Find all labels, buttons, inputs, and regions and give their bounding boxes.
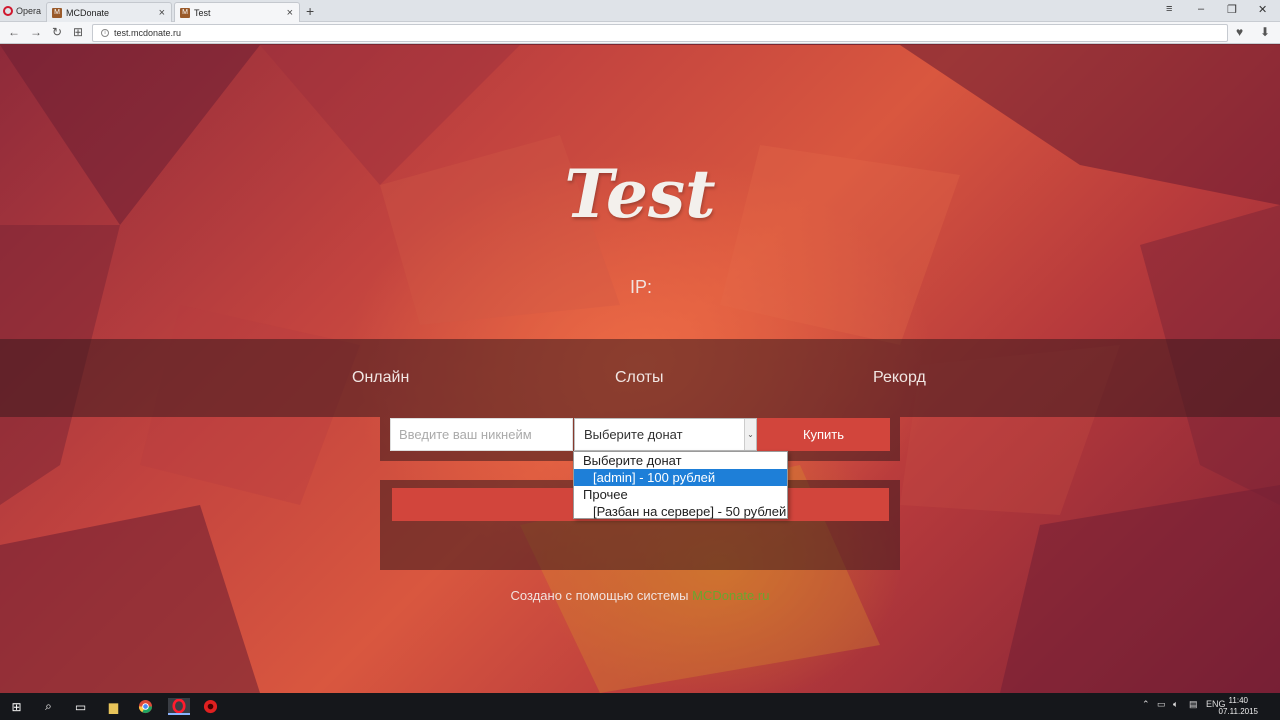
speed-dial-icon[interactable]: ⊞ (73, 25, 83, 39)
opera-taskbar-icon[interactable] (168, 698, 190, 715)
donate-select-value: Выберите донат (584, 427, 683, 442)
dropdown-option[interactable]: Выберите донат (574, 452, 787, 469)
tab-label: Test (194, 7, 211, 18)
search-icon[interactable]: ⌕ (40, 698, 57, 715)
opera-logo-icon (3, 6, 13, 16)
windows-taskbar: ⊞ ⌕ ▭ ▆ ⌃ ▭ 🔈︎ ▤ ENG 11:40 07.11.2015 (0, 693, 1280, 720)
donate-select[interactable]: Выберите донат ⌄ (574, 418, 757, 451)
minimize-icon[interactable]: – (1198, 3, 1204, 15)
new-tab-button[interactable]: + (306, 3, 314, 19)
tab-close-icon[interactable]: × (287, 7, 293, 19)
buy-button[interactable]: Купить (757, 418, 890, 451)
footer-credit: Создано с помощью системы MCDonate.ru (0, 588, 1280, 603)
download-icon[interactable]: ⬇ (1260, 25, 1270, 39)
tab-menu-icon[interactable]: ≡ (1166, 3, 1172, 15)
opera-menu-button[interactable]: Opera (0, 0, 44, 22)
network-icon[interactable]: ▭ (1157, 699, 1166, 710)
site-info-icon[interactable]: i (101, 29, 109, 37)
stat-online: Онлайн (352, 369, 410, 386)
clock-time: 11:40 (1228, 696, 1248, 705)
forward-icon[interactable]: → (30, 25, 42, 39)
tab-label: MCDonate (66, 7, 110, 18)
system-clock[interactable]: 11:40 07.11.2015 (1219, 695, 1258, 717)
stat-slots: Слоты (615, 369, 664, 386)
tab-close-icon[interactable]: × (159, 7, 165, 19)
dropdown-option-admin[interactable]: [admin] - 100 рублей (574, 469, 787, 486)
windows-start-icon[interactable]: ⊞ (8, 698, 25, 715)
mcdonate-favicon-icon: M (52, 7, 62, 18)
browser-tab-bar: Opera M MCDonate × M Test × + ≡ – ❐ ✕ (0, 0, 1280, 22)
donate-dropdown-list[interactable]: Выберите донат [admin] - 100 рублей Проч… (573, 451, 788, 519)
tab-mcdonate[interactable]: M MCDonate × (46, 2, 172, 22)
back-icon[interactable]: ← (8, 25, 20, 39)
clock-date: 07.11.2015 (1218, 707, 1258, 716)
nickname-input[interactable] (390, 418, 573, 451)
tab-test[interactable]: M Test × (174, 2, 300, 22)
close-window-icon[interactable]: ✕ (1258, 3, 1267, 16)
server-ip-label: IP: (630, 277, 653, 297)
site-title: Test (564, 155, 716, 233)
chevron-down-icon[interactable]: ⌄ (744, 419, 756, 450)
task-view-icon[interactable]: ▭ (72, 698, 89, 715)
chrome-icon[interactable] (137, 698, 154, 715)
volume-icon[interactable]: 🔈︎ (1173, 699, 1178, 710)
credit-link[interactable]: MCDonate.ru (692, 588, 769, 603)
server-stats-band: Онлайн Слоты Рекорд (0, 339, 1280, 417)
file-explorer-icon[interactable]: ▆ (105, 698, 122, 715)
tray-chevron-icon[interactable]: ⌃ (1142, 699, 1150, 710)
restore-icon[interactable]: ❐ (1227, 3, 1237, 16)
opera-menu-label: Opera (16, 6, 42, 16)
notifications-icon[interactable]: ▤ (1189, 699, 1198, 710)
stat-record: Рекорд (873, 369, 926, 386)
url-text: test.mcdonate.ru (114, 28, 182, 38)
address-bar-row: ← → ↻ ⊞ i test.mcdonate.ru ♥ ⬇ (0, 22, 1280, 44)
dropdown-option-unban[interactable]: [Разбан на сервере] - 50 рублей (574, 503, 787, 520)
dropdown-group-other: Прочее (583, 487, 628, 502)
page-viewport: Test IP: Онлайн Слоты Рекорд Выберите до… (0, 45, 1280, 693)
mcdonate-favicon-icon: M (180, 7, 190, 18)
reload-icon[interactable]: ↻ (52, 25, 62, 39)
url-field[interactable]: i test.mcdonate.ru (92, 24, 1228, 42)
bookmark-heart-icon[interactable]: ♥ (1236, 25, 1243, 39)
recorder-icon[interactable] (202, 698, 219, 715)
credit-text: Создано с помощью системы (510, 588, 689, 603)
